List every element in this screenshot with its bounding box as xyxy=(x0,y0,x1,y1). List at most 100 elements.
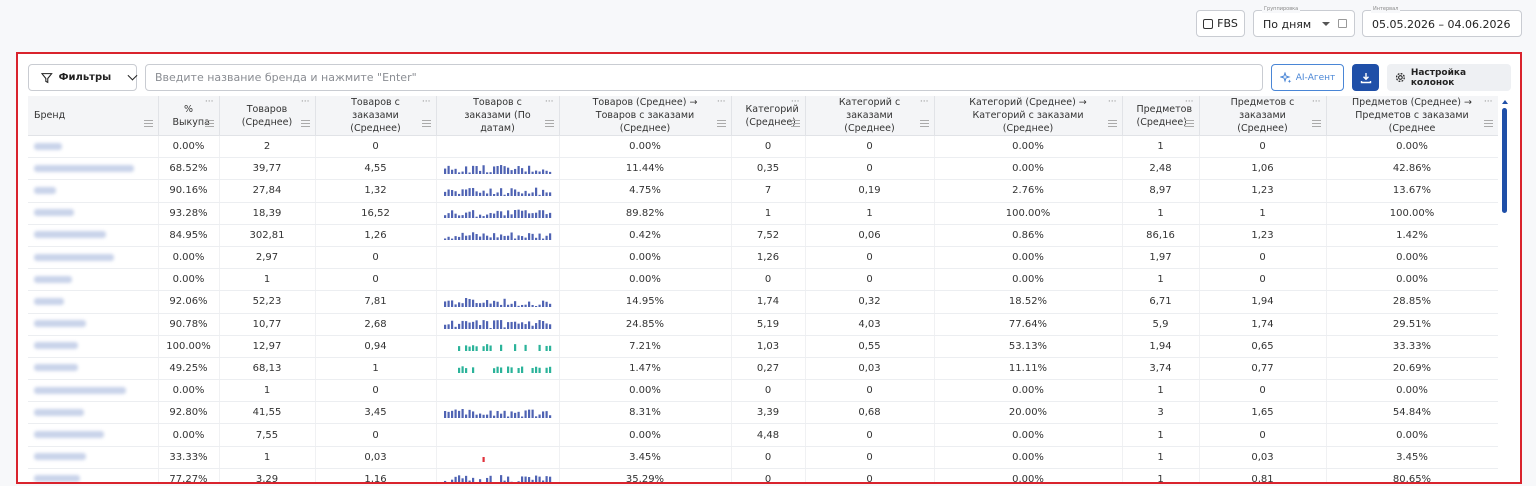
scroll-up-icon[interactable] xyxy=(1502,100,1508,104)
sparkline-bar xyxy=(457,368,460,374)
interval-picker[interactable]: Интервал 05.05.2026 – 04.06.2026 xyxy=(1362,5,1522,37)
more-options-icon[interactable]: ··· xyxy=(1108,96,1117,109)
column-header[interactable]: Товаров с заказами (По датам) ··· xyxy=(436,96,560,136)
cell-items: 1 xyxy=(1122,423,1200,447)
table-row[interactable]: 0.00% 7,55 0 0.00% 4,48 0 0.00% 1 0 0.00% xyxy=(28,423,1498,447)
table-row[interactable]: 0.00% 1 0 0.00% 0 0 0.00% 1 0 0.00% xyxy=(28,268,1498,292)
cell-cats: 1,74 xyxy=(731,290,806,314)
cell-items-orders: 1,74 xyxy=(1199,313,1327,336)
more-options-icon[interactable]: ··· xyxy=(1312,96,1321,109)
brand-cell[interactable] xyxy=(28,202,159,225)
column-header[interactable]: Товаров с заказами (Среднее) ··· xyxy=(315,96,437,136)
column-header[interactable]: Категорий с заказами (Среднее) ··· xyxy=(805,96,935,136)
column-header[interactable]: Товаров (Среднее) → Товаров с заказами (… xyxy=(559,96,732,136)
column-menu-icon[interactable] xyxy=(716,120,726,127)
sparkline-bar xyxy=(513,189,516,196)
brand-cell[interactable] xyxy=(28,268,159,292)
table-row[interactable]: 0.00% 1 0 0.00% 0 0 0.00% 1 0 0.00% xyxy=(28,379,1498,403)
sparkline-bar xyxy=(524,304,527,307)
table-row[interactable]: 77.27% 3,29 1,16 35.29% 0 0 0.00% 1 0,81 80.65% xyxy=(28,468,1498,482)
filters-button[interactable]: Фильтры xyxy=(28,64,138,91)
brand-cell[interactable] xyxy=(28,357,159,381)
table-row[interactable]: 33.33% 1 0,03 3.45% 0 0 0.00% 1 0,03 3.45% xyxy=(28,446,1498,469)
table-row[interactable]: 68.52% 39,77 4,55 11.44% 0,35 0 0.00% 2,48 1,06 4… xyxy=(28,157,1498,181)
sparkline-chart xyxy=(443,187,551,196)
column-header[interactable]: Категорий (Среднее) ··· xyxy=(731,96,806,136)
column-menu-icon[interactable] xyxy=(790,120,800,127)
more-options-icon[interactable]: ··· xyxy=(205,96,214,109)
more-options-icon[interactable]: ··· xyxy=(717,96,726,109)
sparkline-bar xyxy=(482,302,485,307)
column-header[interactable]: Предметов (Среднее) ··· xyxy=(1122,96,1200,136)
column-menu-icon[interactable] xyxy=(204,120,214,127)
column-menu-icon[interactable] xyxy=(1483,120,1493,127)
sparkline-bar xyxy=(527,233,530,241)
brand-cell[interactable] xyxy=(28,290,159,314)
column-settings-button[interactable]: Настройка колонок xyxy=(1387,64,1511,91)
table-row[interactable]: 92.80% 41,55 3,45 8.31% 3,39 0,68 20.00% 3 1,65 5… xyxy=(28,401,1498,425)
table-row[interactable]: 0.00% 2,97 0 0.00% 1,26 0 0.00% 1,97 0 0.00% xyxy=(28,246,1498,270)
column-header[interactable]: Предметов (Среднее) → Предметов с заказа… xyxy=(1326,96,1498,136)
sparkline-bar xyxy=(457,323,460,330)
column-menu-icon[interactable] xyxy=(1107,120,1117,127)
brand-cell[interactable] xyxy=(28,135,159,159)
column-header[interactable]: Предметов с заказами (Среднее) ··· xyxy=(1199,96,1327,136)
table-row[interactable]: 100.00% 12,97 0,94 7.21% 1,03 0,55 53.13% 1,94 0… xyxy=(28,335,1498,358)
cell-goods-orders: 3,45 xyxy=(315,401,437,425)
brand-cell[interactable] xyxy=(28,335,159,358)
cell-cats-conv: 11.11% xyxy=(934,357,1123,381)
sparkline-bar xyxy=(545,192,548,196)
grouping-select[interactable]: Группировка По дням xyxy=(1253,5,1355,37)
column-menu-icon[interactable] xyxy=(143,120,153,127)
sparkline-bar xyxy=(548,477,551,482)
download-button[interactable] xyxy=(1352,64,1379,91)
more-options-icon[interactable]: ··· xyxy=(1185,96,1194,109)
table-row[interactable]: 93.28% 18,39 16,52 89.82% 1 1 100.00% 1 1 100.00% xyxy=(28,202,1498,225)
more-options-icon[interactable]: ··· xyxy=(301,96,310,109)
column-settings-label: Настройка колонок xyxy=(1410,67,1467,88)
column-menu-icon[interactable] xyxy=(544,120,554,127)
sparkline-bar xyxy=(443,191,446,196)
sparkline-bar xyxy=(454,477,457,482)
cell-cats-conv: 0.00% xyxy=(934,446,1123,469)
more-options-icon[interactable]: ··· xyxy=(920,96,929,109)
more-options-icon[interactable]: ··· xyxy=(1484,96,1493,109)
column-menu-icon[interactable] xyxy=(421,120,431,127)
table-row[interactable]: 49.25% 68,13 1 1.47% 0,27 0,03 11.11% 3,74 0,77 2… xyxy=(28,357,1498,381)
brand-search-input[interactable] xyxy=(145,64,1263,91)
column-menu-icon[interactable] xyxy=(1184,120,1194,127)
more-options-icon[interactable]: ··· xyxy=(791,96,800,109)
table-row[interactable]: 84.95% 302,81 1,26 0.42% 7,52 0,06 0.86% 86,16 1… xyxy=(28,224,1498,247)
table-row[interactable]: 90.78% 10,77 2,68 24.85% 5,19 4,03 77.64% 5,9 1,… xyxy=(28,313,1498,336)
brand-cell[interactable] xyxy=(28,313,159,336)
vertical-scrollbar[interactable] xyxy=(1502,100,1508,482)
sparkline-bar xyxy=(485,172,488,174)
table-row[interactable]: 92.06% 52,23 7,81 14.95% 1,74 0,32 18.52% 6,71 1… xyxy=(28,290,1498,314)
cell-buyout: 0.00% xyxy=(158,246,220,270)
sparkline-bar xyxy=(534,170,537,174)
column-header[interactable]: % Выкупа ··· xyxy=(158,96,220,136)
more-options-icon[interactable]: ··· xyxy=(545,96,554,109)
brand-cell[interactable] xyxy=(28,379,159,403)
more-options-icon[interactable]: ··· xyxy=(422,96,431,109)
scroll-thumb[interactable] xyxy=(1502,108,1507,213)
column-header[interactable]: Категорий (Среднее) → Категорий с заказа… xyxy=(934,96,1123,136)
brand-cell[interactable] xyxy=(28,401,159,425)
sparkline-bar xyxy=(538,414,541,418)
table-row[interactable]: 90.16% 27,84 1,32 4.75% 7 0,19 2.76% 8,97 1,23 13… xyxy=(28,179,1498,203)
ai-agent-button[interactable]: AI-Агент xyxy=(1271,64,1344,91)
column-menu-icon[interactable] xyxy=(1311,120,1321,127)
brand-cell[interactable] xyxy=(28,246,159,270)
fbs-toggle-button[interactable]: FBS xyxy=(1196,10,1245,37)
column-menu-icon[interactable] xyxy=(919,120,929,127)
column-header[interactable]: Бренд xyxy=(28,96,159,136)
brand-cell[interactable] xyxy=(28,157,159,181)
brand-cell[interactable] xyxy=(28,224,159,247)
column-menu-icon[interactable] xyxy=(300,120,310,127)
brand-cell[interactable] xyxy=(28,468,159,482)
brand-cell[interactable] xyxy=(28,179,159,203)
brand-cell[interactable] xyxy=(28,423,159,447)
table-row[interactable]: 0.00% 2 0 0.00% 0 0 0.00% 1 0 0.00% xyxy=(28,135,1498,159)
brand-cell[interactable] xyxy=(28,446,159,469)
column-header[interactable]: Товаров (Среднее) ··· xyxy=(219,96,316,136)
